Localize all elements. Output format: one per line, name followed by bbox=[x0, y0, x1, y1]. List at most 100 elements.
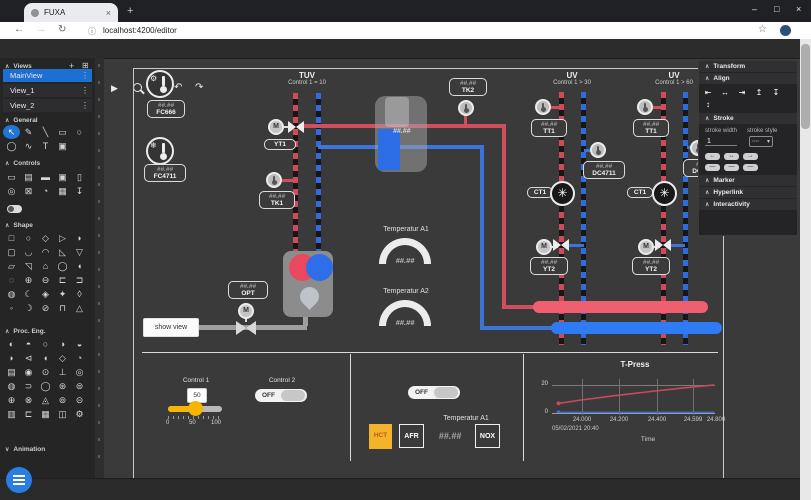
divider-vertical[interactable] bbox=[523, 354, 524, 461]
align-center-vertical-icon[interactable]: ↕ bbox=[701, 100, 715, 110]
kettle-tool[interactable]: ◎ bbox=[71, 365, 88, 379]
lens-tool[interactable]: ◊ bbox=[71, 287, 88, 301]
clock-gauge-tool[interactable]: ◔ bbox=[37, 184, 54, 198]
pump-round-tool[interactable]: ◓ bbox=[20, 337, 37, 351]
crescent-2-tool[interactable]: ☽ bbox=[20, 301, 37, 315]
new-tab-button[interactable]: + bbox=[127, 5, 133, 17]
controls-section-header[interactable]: ∧ Controls bbox=[0, 158, 95, 168]
align-section-header[interactable]: ∧ Align bbox=[699, 73, 797, 84]
circle-slash-tool[interactable]: ⊘ bbox=[37, 301, 54, 315]
valve-yt1[interactable] bbox=[288, 121, 304, 133]
conveyor-tool[interactable]: ▥ bbox=[3, 407, 20, 421]
pipe-dashed-blue[interactable] bbox=[316, 93, 321, 253]
motor-yt2a[interactable]: M bbox=[536, 239, 552, 255]
sensor-label-dc4711a[interactable]: ##.## DC4711 bbox=[583, 161, 625, 179]
bracket-left-tool[interactable]: ⊏ bbox=[54, 273, 71, 287]
sensor-label-tk1[interactable]: ##.## TK1 bbox=[259, 191, 295, 209]
html-button-tool[interactable]: ▣ bbox=[54, 170, 71, 184]
pipe-red[interactable] bbox=[502, 124, 506, 309]
sidebar-view-mainview[interactable]: MainView⋮ bbox=[3, 69, 92, 82]
container-tool[interactable]: ◔ bbox=[71, 351, 88, 365]
tag-ct1b[interactable]: CT1 bbox=[627, 187, 653, 198]
forward-icon[interactable]: → bbox=[36, 24, 46, 35]
general-section-header[interactable]: ∧ General bbox=[0, 115, 95, 125]
ball-valve-tool[interactable]: ◐ bbox=[3, 337, 20, 351]
parallelogram-tool[interactable]: ▱ bbox=[3, 259, 20, 273]
text-tool[interactable]: T bbox=[37, 139, 54, 153]
corner-triangle-tool[interactable]: ◹ bbox=[20, 259, 37, 273]
star-4-tool[interactable]: ✦ bbox=[54, 287, 71, 301]
pipe-gray[interactable] bbox=[303, 316, 308, 326]
sensor-label-fc4711[interactable]: ##.## FC4711 bbox=[144, 164, 186, 182]
transform-section-header[interactable]: ∧ Transform bbox=[699, 61, 797, 72]
right-triangle-tool[interactable]: ◺ bbox=[54, 245, 71, 259]
sensor-fc4711-icon[interactable]: ❄ bbox=[146, 137, 174, 165]
circle-plus-tool[interactable]: ⊕ bbox=[20, 273, 37, 287]
image-tool[interactable]: ▣ bbox=[54, 139, 71, 153]
bracket-right-tool[interactable]: ⊐ bbox=[71, 273, 88, 287]
fan-unit-tool[interactable]: ⊜ bbox=[71, 379, 88, 393]
pipe-stub-blue[interactable] bbox=[567, 244, 584, 247]
hopper-tool[interactable]: ⊏ bbox=[20, 407, 37, 421]
sensor-label-tk2[interactable]: ##.## TK2 bbox=[449, 78, 487, 96]
ellipse-tool[interactable]: ◯ bbox=[3, 139, 20, 153]
vessel-left-tool[interactable]: ◖ bbox=[37, 351, 54, 365]
table-tool[interactable]: ▦ bbox=[54, 184, 71, 198]
stroke-width-input[interactable] bbox=[705, 138, 737, 146]
concave-diamond-tool[interactable]: ◈ bbox=[37, 287, 54, 301]
align-top-icon[interactable]: ↥ bbox=[752, 88, 766, 98]
proc-eng-section-header[interactable]: ∧ Proc. Eng. bbox=[0, 326, 95, 336]
sensor-tk2-icon[interactable] bbox=[458, 100, 474, 116]
line-tool[interactable]: ╲ bbox=[37, 125, 54, 139]
pointer-tool[interactable]: ↖ bbox=[3, 125, 20, 139]
circle-shape-tool[interactable]: ○ bbox=[20, 231, 37, 245]
compressor-tool[interactable]: ◍ bbox=[3, 379, 20, 393]
stroke-section-header[interactable]: ∧ Stroke bbox=[699, 113, 797, 124]
view-menu-icon[interactable]: ⋮ bbox=[81, 101, 92, 110]
html-select-tool[interactable]: ▬ bbox=[37, 170, 54, 184]
motor-opt[interactable]: M bbox=[238, 303, 254, 319]
interactivity-section-header[interactable]: ∧ Interactivity bbox=[699, 199, 797, 210]
sensor-label-yt2b[interactable]: ##.## YT2 bbox=[632, 257, 670, 275]
blob-tool[interactable]: ◍ bbox=[3, 287, 20, 301]
view-menu-icon[interactable]: ⋮ bbox=[81, 71, 92, 80]
cylinder-tool[interactable]: ⊓ bbox=[54, 301, 71, 315]
align-left-icon[interactable]: ⇤ bbox=[701, 88, 715, 98]
instrument-tool[interactable]: ◫ bbox=[54, 407, 71, 421]
browser-tab[interactable]: FUXA × bbox=[24, 3, 118, 22]
sensor-label-opt[interactable]: ##.## OPT bbox=[228, 281, 268, 299]
circle-tool[interactable]: ○ bbox=[71, 125, 88, 139]
fan-ct1a-icon[interactable]: ✳ bbox=[550, 181, 575, 206]
blower-tool[interactable]: ◒ bbox=[71, 337, 88, 351]
diamond-tool[interactable]: ◇ bbox=[37, 231, 54, 245]
sensor-label-tt1a[interactable]: ##.## TT1 bbox=[531, 119, 567, 137]
profile-avatar[interactable] bbox=[780, 25, 791, 36]
separator-tool[interactable]: ◬ bbox=[37, 393, 54, 407]
triangle-down-tool[interactable]: ▽ bbox=[71, 245, 88, 259]
align-center-horizontal-icon[interactable]: ↔ bbox=[718, 88, 732, 98]
pentagon-tool[interactable]: ⌂ bbox=[37, 259, 54, 273]
sensor-label-tt1b[interactable]: ##.## TT1 bbox=[633, 119, 669, 137]
filter-tool[interactable]: ▦ bbox=[37, 407, 54, 421]
pipe-dashed-red[interactable] bbox=[293, 93, 298, 253]
motor-yt1[interactable]: M bbox=[268, 119, 284, 135]
pipe-bend-tool[interactable]: ⊃ bbox=[20, 379, 37, 393]
pipe-capsule-red[interactable] bbox=[533, 301, 708, 313]
url-field[interactable]: localhost:4200/editor bbox=[103, 26, 177, 35]
motor-yt2b[interactable]: M bbox=[638, 239, 654, 255]
line-solid-1-button[interactable]: — bbox=[705, 164, 720, 171]
valve-yt2b[interactable] bbox=[655, 239, 671, 251]
reload-icon[interactable]: ↻ bbox=[58, 24, 66, 35]
browser-scrollbar-thumb[interactable] bbox=[801, 44, 810, 129]
output-value-tool[interactable]: ▤ bbox=[20, 170, 37, 184]
pump-tri-tool[interactable]: ◗ bbox=[3, 351, 20, 365]
window-maximize-button[interactable]: □ bbox=[774, 4, 779, 14]
drop-tool[interactable]: ◦ bbox=[3, 301, 20, 315]
sidebar-view-view_2[interactable]: View_2⋮ bbox=[3, 99, 92, 112]
stroke-style-select[interactable]: ╌╌ ▾ bbox=[749, 136, 773, 147]
line-solid-2-button[interactable]: — bbox=[724, 164, 739, 171]
heater-tool[interactable]: ▤ bbox=[3, 365, 20, 379]
tab-close-icon[interactable]: × bbox=[106, 8, 111, 18]
sidebar-view-view_1[interactable]: View_1⋮ bbox=[3, 84, 92, 97]
valve-x-tool[interactable]: ⊗ bbox=[20, 393, 37, 407]
